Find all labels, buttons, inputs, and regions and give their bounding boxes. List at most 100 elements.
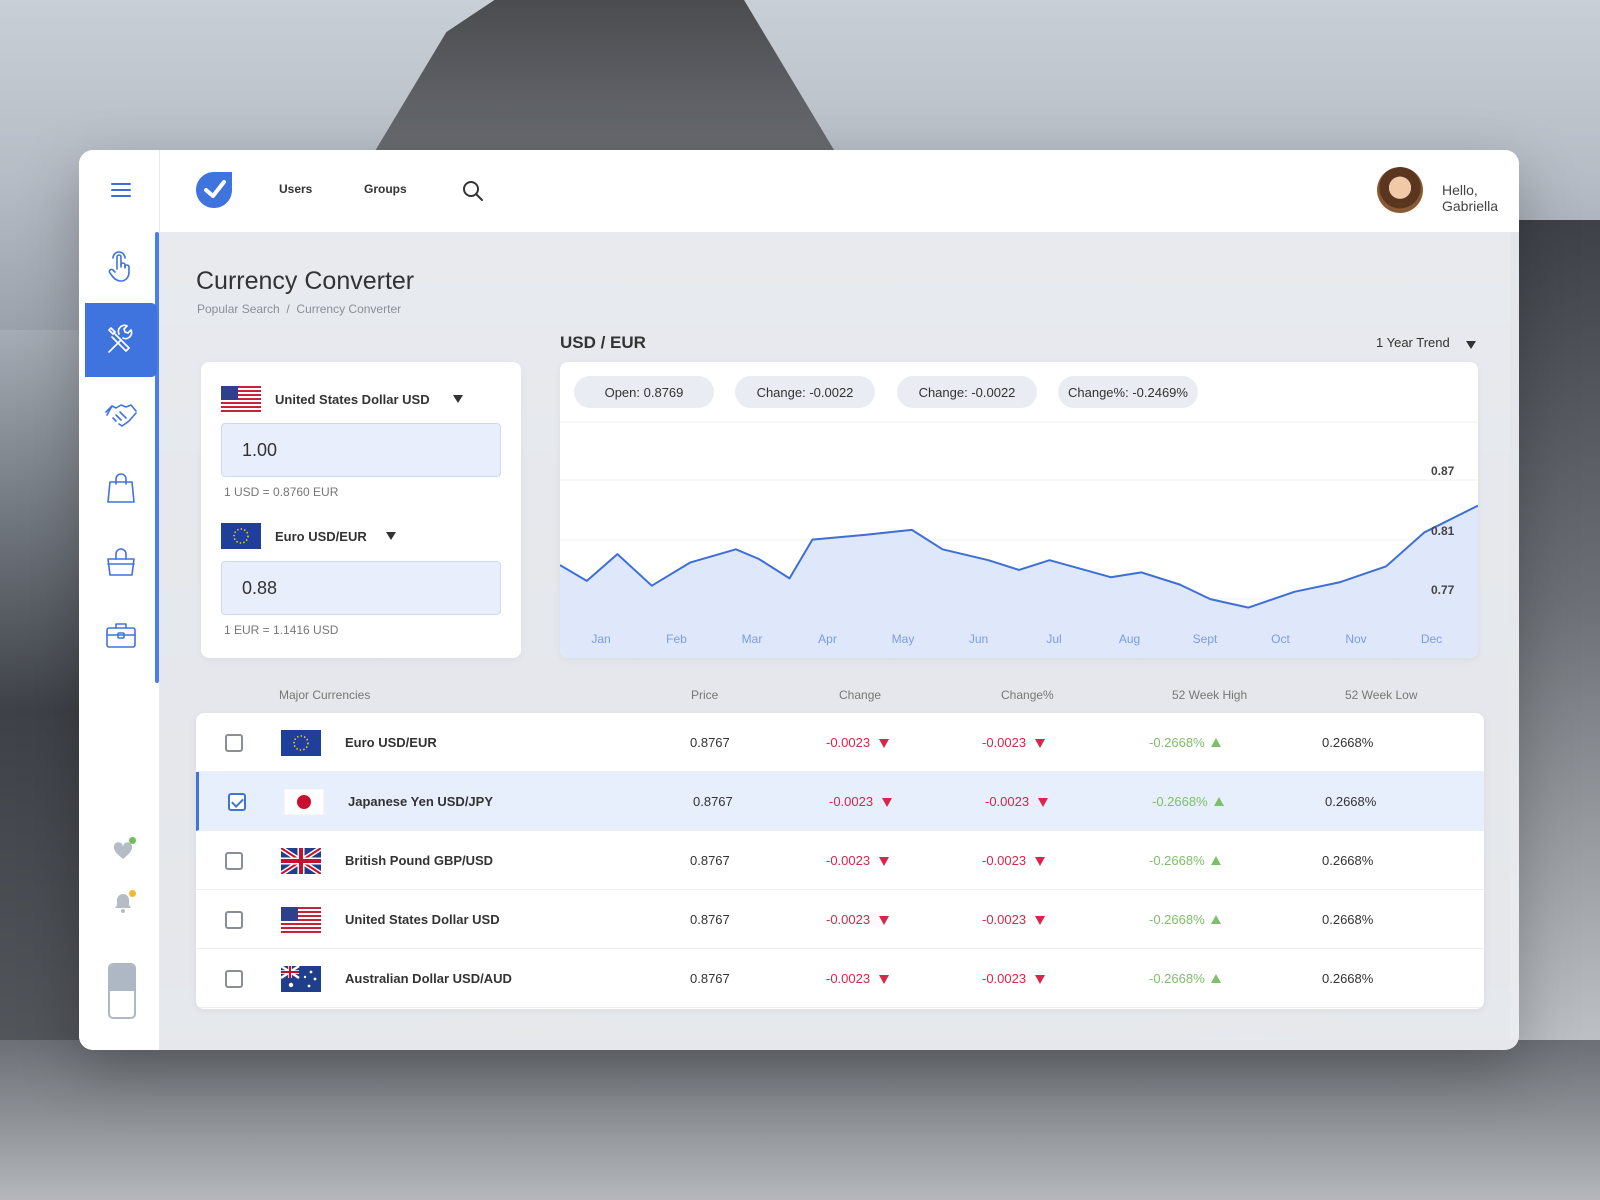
table-row[interactable]: Euro USD/EUR 0.8767 -0.0023 -0.0023 -0.2… xyxy=(196,713,1484,772)
to-amount-input[interactable]: 0.88 xyxy=(221,561,501,615)
eu-flag-icon xyxy=(281,730,321,756)
row-checkbox[interactable] xyxy=(228,793,246,811)
up-arrow-icon xyxy=(1211,915,1221,924)
week-low-value: 0.2668% xyxy=(1322,971,1374,986)
row-checkbox[interactable] xyxy=(225,734,243,752)
row-checkbox[interactable] xyxy=(225,970,243,988)
col-header-52w-low: 52 Week Low xyxy=(1345,688,1418,702)
sidebar-item-shop[interactable] xyxy=(85,451,157,525)
week-low-value: 0.2668% xyxy=(1322,853,1374,868)
briefcase-icon xyxy=(106,623,136,648)
user-avatar[interactable] xyxy=(1377,167,1423,213)
x-tick-label: Aug xyxy=(1119,632,1140,646)
to-rate-note: 1 EUR = 1.1416 USD xyxy=(224,623,339,637)
breadcrumb-separator: / xyxy=(286,302,290,316)
y-tick-label: 0.77 xyxy=(1431,583,1455,597)
price-value: 0.8767 xyxy=(690,912,730,927)
theme-toggle[interactable] xyxy=(108,963,136,1019)
currency-name: Australian Dollar USD/AUD xyxy=(345,971,512,986)
x-tick-label: Apr xyxy=(818,632,837,646)
converter-card: United States Dollar USD 1.00 1 USD = 0.… xyxy=(201,362,521,658)
shopping-basket-icon xyxy=(107,548,135,576)
from-currency-select[interactable]: United States Dollar USD xyxy=(221,386,463,412)
week-high-value: -0.2668% xyxy=(1149,853,1205,868)
chevron-down-icon[interactable] xyxy=(1466,341,1476,349)
from-rate-note: 1 USD = 0.8760 EUR xyxy=(224,485,339,499)
change-pct-value: -0.0023 xyxy=(982,912,1027,927)
sidebar xyxy=(79,150,160,1050)
x-tick-label: Jun xyxy=(969,632,988,646)
notification-dot xyxy=(129,890,136,897)
from-amount-input[interactable]: 1.00 xyxy=(221,423,501,477)
nav-groups-link[interactable]: Groups xyxy=(364,182,407,196)
usd-eur-area-chart: 0.87 0.81 0.77 Jan Feb Mar Apr May Jun Jul Aug Sept… xyxy=(560,421,1478,658)
breadcrumb-current: Currency Converter xyxy=(296,302,402,316)
change-pct-value: -0.0023 xyxy=(982,971,1027,986)
breadcrumb-popular-search[interactable]: Popular Search xyxy=(197,302,280,316)
sidebar-item-basket[interactable] xyxy=(85,526,157,600)
sidebar-item-deals[interactable] xyxy=(85,377,157,451)
down-arrow-icon xyxy=(879,975,889,984)
menu-icon[interactable] xyxy=(111,183,131,199)
currency-name: British Pound GBP/USD xyxy=(345,853,494,868)
search-icon[interactable] xyxy=(461,179,485,203)
table-row[interactable]: Japanese Yen USD/JPY 0.8767 -0.0023 -0.0… xyxy=(196,772,1484,831)
online-dot xyxy=(129,837,136,844)
x-tick-label: Jan xyxy=(591,632,610,646)
change-value: -0.0023 xyxy=(826,853,871,868)
user-greeting[interactable]: Hello, Gabriella xyxy=(1442,182,1519,214)
to-currency-select[interactable]: Euro USD/EUR xyxy=(221,523,396,549)
down-arrow-icon xyxy=(1038,798,1048,807)
page-title: Currency Converter xyxy=(196,267,415,295)
background-bottom-slope xyxy=(0,1040,1600,1200)
week-low-value: 0.2668% xyxy=(1322,912,1374,927)
week-high-value: -0.2668% xyxy=(1149,912,1205,927)
change-value: -0.0023 xyxy=(826,971,871,986)
toggle-knob xyxy=(110,965,134,991)
week-low-value: 0.2668% xyxy=(1322,735,1374,750)
notifications-button[interactable] xyxy=(110,890,136,916)
background-mountain-peak xyxy=(369,0,840,160)
chart-card: Open: 0.8769 Change: -0.0022 Change: -0.… xyxy=(560,362,1478,658)
au-flag-icon xyxy=(281,966,321,992)
week-high-value: -0.2668% xyxy=(1149,971,1205,986)
x-tick-label: Nov xyxy=(1345,632,1366,646)
currency-name: Euro USD/EUR xyxy=(345,735,437,750)
x-tick-label: Mar xyxy=(742,632,763,646)
shopping-bag-icon xyxy=(107,473,135,503)
sidebar-item-tools[interactable] xyxy=(85,303,157,377)
price-value: 0.8767 xyxy=(690,735,730,750)
col-header-change-pct: Change% xyxy=(1001,688,1054,702)
sidebar-item-portfolio[interactable] xyxy=(85,598,157,672)
change-value: -0.0023 xyxy=(826,735,871,750)
currencies-table: Euro USD/EUR 0.8767 -0.0023 -0.0023 -0.2… xyxy=(196,713,1484,1009)
favorites-button[interactable] xyxy=(110,837,136,863)
change-pct-value: -0.0023 xyxy=(985,794,1030,809)
col-header-currency: Major Currencies xyxy=(279,688,371,702)
down-arrow-icon xyxy=(1035,857,1045,866)
table-row[interactable]: United States Dollar USD 0.8767 -0.0023 … xyxy=(196,890,1484,949)
table-row[interactable]: British Pound GBP/USD 0.8767 -0.0023 -0.… xyxy=(196,831,1484,890)
chevron-down-icon xyxy=(385,532,396,540)
nav-users-link[interactable]: Users xyxy=(279,182,312,196)
uk-flag-icon xyxy=(281,848,321,874)
background-right-cliff xyxy=(1510,220,1600,1080)
trend-range-select[interactable]: 1 Year Trend xyxy=(1376,335,1450,350)
change-value: -0.0023 xyxy=(826,912,871,927)
us-flag-icon xyxy=(281,907,321,933)
sidebar-item-touch[interactable] xyxy=(85,230,157,304)
chart-title: USD / EUR xyxy=(560,333,646,352)
price-value: 0.8767 xyxy=(693,794,733,809)
top-bar: Users Groups Hello, Gabriella xyxy=(160,150,1519,232)
x-tick-label: Sept xyxy=(1193,632,1218,646)
breadcrumb: Popular Search / Currency Converter xyxy=(197,302,401,316)
jp-flag-icon xyxy=(284,789,324,815)
row-checkbox[interactable] xyxy=(225,852,243,870)
app-logo[interactable] xyxy=(194,170,234,210)
col-header-change: Change xyxy=(839,688,882,702)
table-row[interactable]: Australian Dollar USD/AUD 0.8767 -0.0023… xyxy=(196,949,1484,1008)
x-tick-label: Oct xyxy=(1271,632,1290,646)
down-arrow-icon xyxy=(879,739,889,748)
row-checkbox[interactable] xyxy=(225,911,243,929)
down-arrow-icon xyxy=(1035,916,1045,925)
